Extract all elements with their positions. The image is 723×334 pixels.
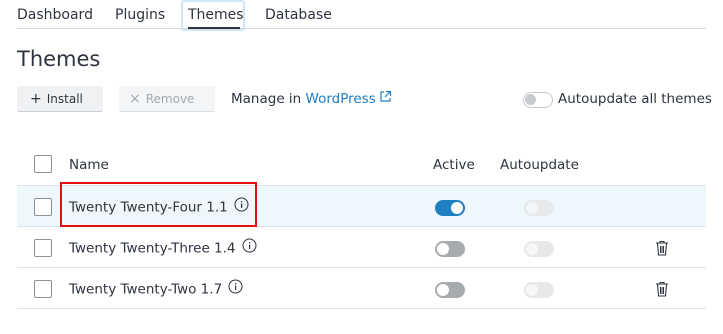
theme-name: Twenty Twenty-Two 1.7 xyxy=(69,281,223,298)
theme-name-cell: Twenty Twenty-Three 1.4 xyxy=(69,238,257,259)
trash-icon[interactable] xyxy=(655,281,669,301)
manage-in-wordpress: Manage in WordPress xyxy=(231,89,392,109)
theme-name: Twenty Twenty-Three 1.4 xyxy=(69,240,236,257)
tab-dashboard[interactable]: Dashboard xyxy=(17,4,93,26)
info-icon[interactable] xyxy=(242,238,257,259)
install-button[interactable]: + Install xyxy=(17,86,103,112)
install-label: Install xyxy=(46,92,83,106)
autoupdate-toggle xyxy=(524,241,554,257)
autoupdate-all-toggle[interactable] xyxy=(523,92,553,108)
active-tab-underline xyxy=(188,27,240,29)
row-checkbox[interactable] xyxy=(34,198,52,216)
info-icon[interactable] xyxy=(228,279,243,300)
trash-icon[interactable] xyxy=(655,240,669,260)
table-header-row xyxy=(17,145,706,186)
manage-prefix: Manage in xyxy=(231,91,306,107)
highlight-annotation xyxy=(60,182,257,227)
tab-themes[interactable]: Themes xyxy=(188,4,244,26)
wordpress-link[interactable]: WordPress xyxy=(306,91,376,107)
tab-plugins[interactable]: Plugins xyxy=(115,4,165,26)
page-title: Themes xyxy=(17,47,101,71)
active-toggle[interactable] xyxy=(435,282,465,298)
tab-database[interactable]: Database xyxy=(265,4,332,26)
remove-label: Remove xyxy=(145,92,195,106)
remove-button[interactable]: × Remove xyxy=(119,86,215,112)
autoupdate-toggle xyxy=(524,200,554,216)
external-link-icon[interactable] xyxy=(379,89,392,109)
autoupdate-all-label: Autoupdate all themes xyxy=(558,91,712,107)
autoupdate-toggle xyxy=(524,282,554,298)
active-toggle[interactable] xyxy=(435,241,465,257)
tabs-divider xyxy=(17,28,706,29)
active-toggle[interactable] xyxy=(435,200,465,216)
row-checkbox[interactable] xyxy=(34,280,52,298)
close-icon: × xyxy=(129,91,141,107)
theme-name-cell: Twenty Twenty-Two 1.7 xyxy=(69,279,243,300)
row-checkbox[interactable] xyxy=(34,239,52,257)
plus-icon: + xyxy=(30,91,42,107)
